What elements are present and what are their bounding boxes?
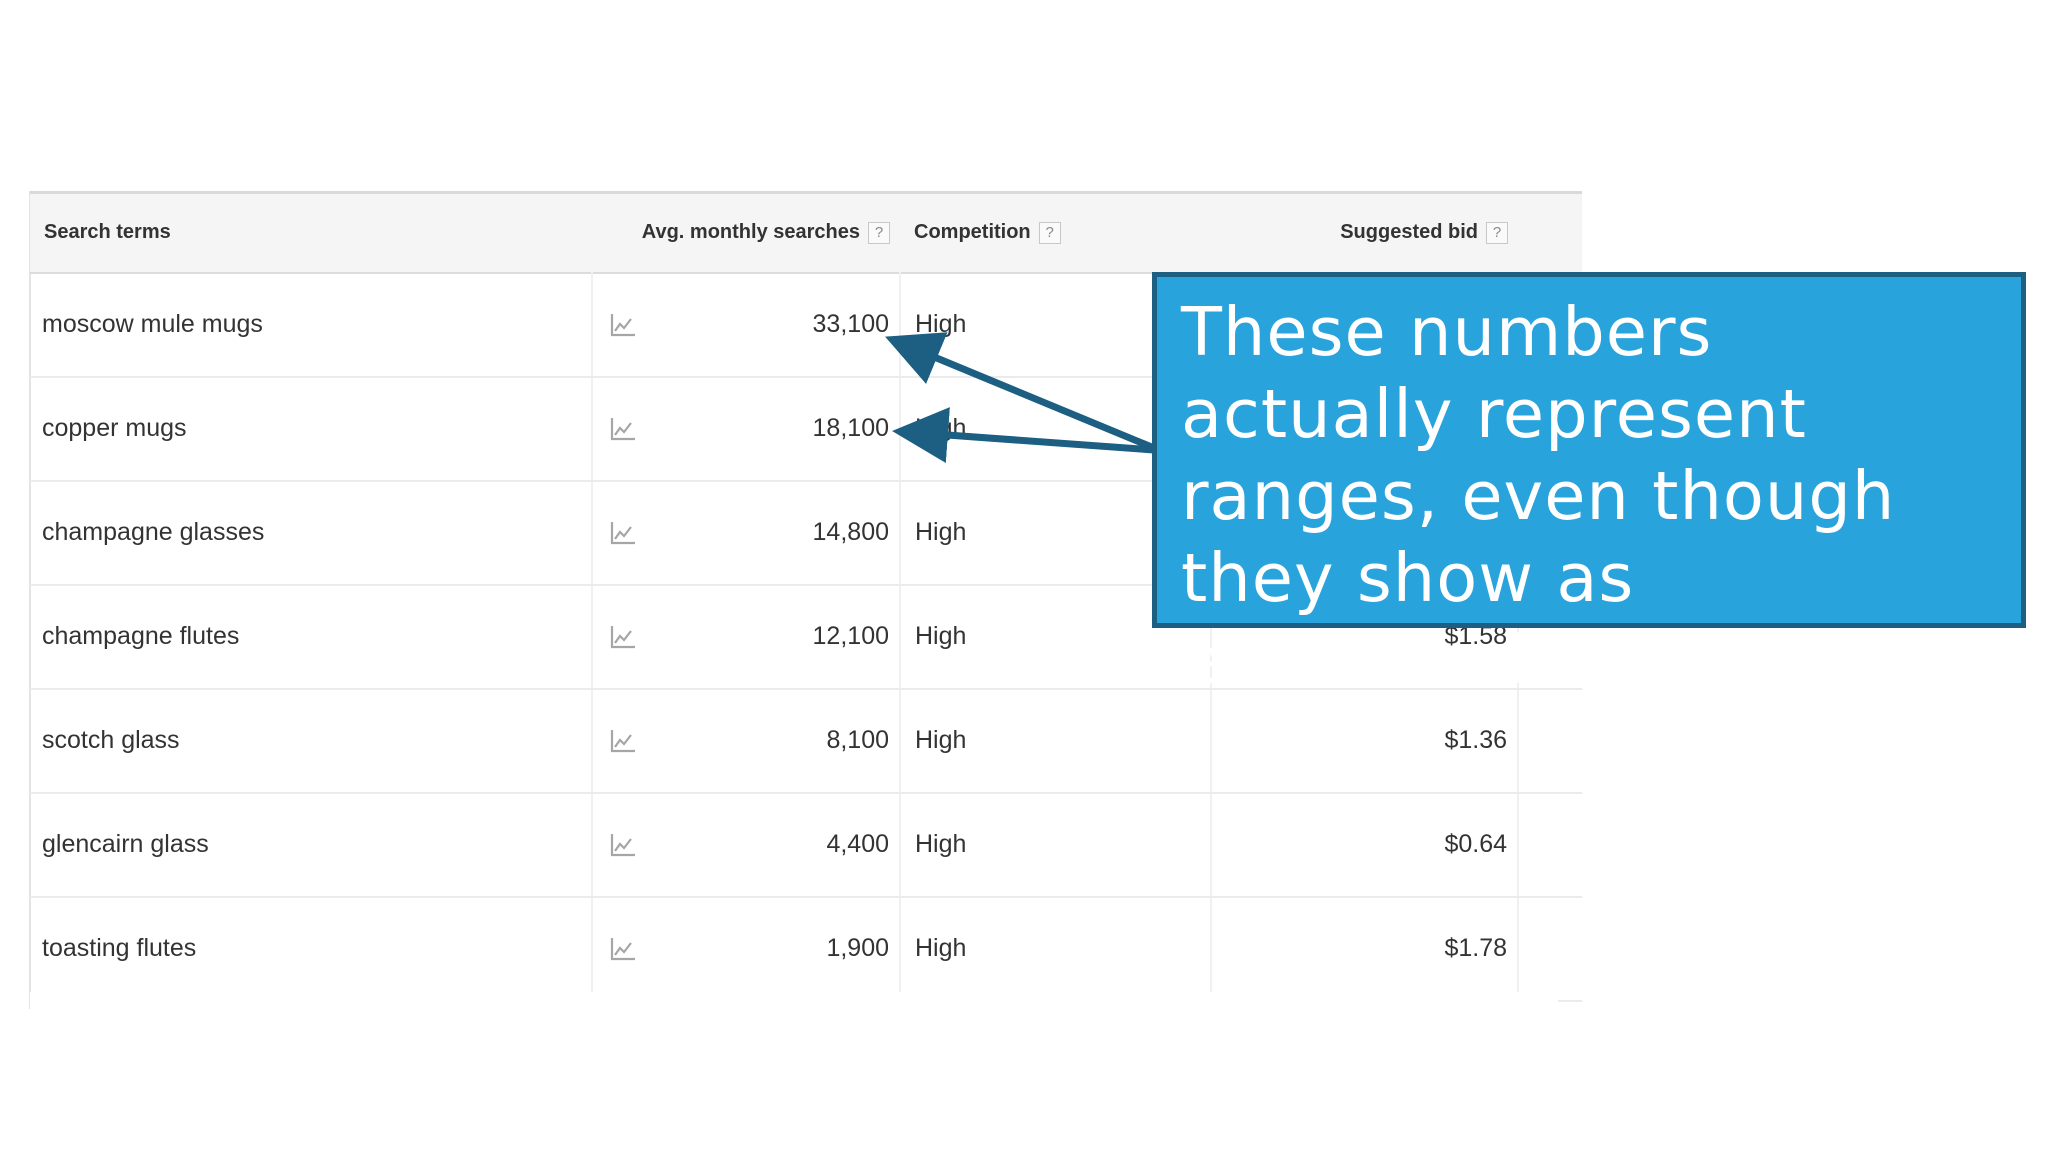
search-term-text: moscow mule mugs: [42, 310, 263, 338]
avg-monthly-searches-value: 12,100: [812, 622, 889, 650]
avg-monthly-searches-value: 8,100: [826, 726, 889, 754]
header-suggested-bid[interactable]: Suggested bid?: [1211, 193, 1518, 273]
search-term-text: champagne glasses: [42, 518, 265, 546]
search-term-text: toasting flutes: [42, 934, 197, 962]
avg-monthly-searches-cell: 14,800: [592, 480, 901, 586]
search-term-cell[interactable]: scotch glass: [30, 688, 593, 794]
search-term-text: champagne flutes: [42, 622, 240, 650]
suggested-bid-cell: $0.64: [1211, 792, 1519, 898]
avg-monthly-searches-cell: 18,100: [592, 376, 901, 482]
table-row[interactable]: glencairn glass 4,400 High $0.64: [30, 792, 1582, 898]
avg-monthly-searches-cell: 4,400: [592, 792, 901, 898]
search-term-text: copper mugs: [42, 414, 187, 442]
search-term-cell[interactable]: moscow mule mugs: [30, 272, 593, 378]
question-mark-icon[interactable]: ?: [868, 221, 890, 244]
avg-monthly-searches-value: 18,100: [812, 414, 889, 442]
avg-monthly-searches-cell: 1,900: [592, 896, 901, 1002]
header-avg-monthly-searches-label: Avg. monthly searches: [641, 221, 860, 244]
search-term-cell[interactable]: glencairn glass: [30, 792, 593, 898]
line-chart-icon[interactable]: [609, 832, 637, 858]
suggested-bid-cell: $1.78: [1211, 896, 1519, 1002]
competition-cell: High: [900, 896, 1212, 1002]
callout-text: These numbers actually represent ranges,…: [1181, 293, 1896, 699]
table-row[interactable]: scotch glass 8,100 High $1.36: [30, 688, 1582, 794]
header-search-terms-label: Search terms: [44, 221, 171, 244]
line-chart-icon[interactable]: [609, 936, 637, 962]
table-bottom-fade: [30, 992, 1558, 1012]
trailing-cell: [1518, 688, 1582, 794]
avg-monthly-searches-cell: 12,100: [592, 584, 901, 690]
search-term-cell[interactable]: copper mugs: [30, 376, 593, 482]
question-mark-icon[interactable]: ?: [1486, 221, 1508, 244]
competition-cell: High: [900, 688, 1212, 794]
table-row[interactable]: toasting flutes 1,900 High $1.78: [30, 896, 1582, 1002]
competition-cell: High: [900, 792, 1212, 898]
competition-value: High: [915, 726, 967, 754]
suggested-bid-value: $1.78: [1444, 934, 1507, 962]
line-chart-icon[interactable]: [609, 416, 637, 442]
competition-value: High: [915, 310, 967, 338]
question-mark-icon[interactable]: ?: [1038, 221, 1061, 244]
trailing-cell: [1518, 792, 1582, 898]
competition-value: High: [915, 518, 967, 546]
search-term-text: glencairn glass: [42, 830, 209, 858]
suggested-bid-value: $1.36: [1444, 726, 1507, 754]
avg-monthly-searches-value: 33,100: [812, 310, 889, 338]
header-trailing-cell: [1518, 193, 1582, 273]
search-term-cell[interactable]: toasting flutes: [30, 896, 593, 1002]
line-chart-icon[interactable]: [609, 728, 637, 754]
line-chart-icon[interactable]: [609, 312, 637, 338]
header-suggested-bid-label: Suggested bid: [1340, 221, 1478, 244]
header-avg-monthly-searches[interactable]: Avg. monthly searches?: [592, 193, 900, 273]
avg-monthly-searches-value: 4,400: [826, 830, 889, 858]
avg-monthly-searches-value: 14,800: [812, 518, 889, 546]
line-chart-icon[interactable]: [609, 624, 637, 650]
search-term-cell[interactable]: champagne glasses: [30, 480, 593, 586]
avg-monthly-searches-cell: 33,100: [592, 272, 901, 378]
table-header-row: Search terms Avg. monthly searches? Comp…: [30, 192, 1582, 273]
competition-value: High: [915, 934, 967, 962]
avg-monthly-searches-value: 1,900: [826, 934, 889, 962]
competition-value: High: [915, 830, 967, 858]
suggested-bid-cell: $1.36: [1211, 688, 1519, 794]
header-competition-label: Competition: [914, 221, 1031, 244]
trailing-cell: [1518, 896, 1582, 1002]
avg-monthly-searches-cell: 8,100: [592, 688, 901, 794]
competition-value: High: [915, 414, 967, 442]
line-chart-icon[interactable]: [609, 520, 637, 546]
header-search-terms[interactable]: Search terms: [30, 193, 592, 273]
annotation-callout: These numbers actually represent ranges,…: [1152, 272, 2026, 699]
suggested-bid-value: $0.64: [1444, 830, 1507, 858]
search-term-text: scotch glass: [42, 726, 180, 754]
search-term-cell[interactable]: champagne flutes: [30, 584, 593, 690]
competition-value: High: [915, 622, 967, 650]
header-competition[interactable]: Competition?: [900, 193, 1211, 273]
